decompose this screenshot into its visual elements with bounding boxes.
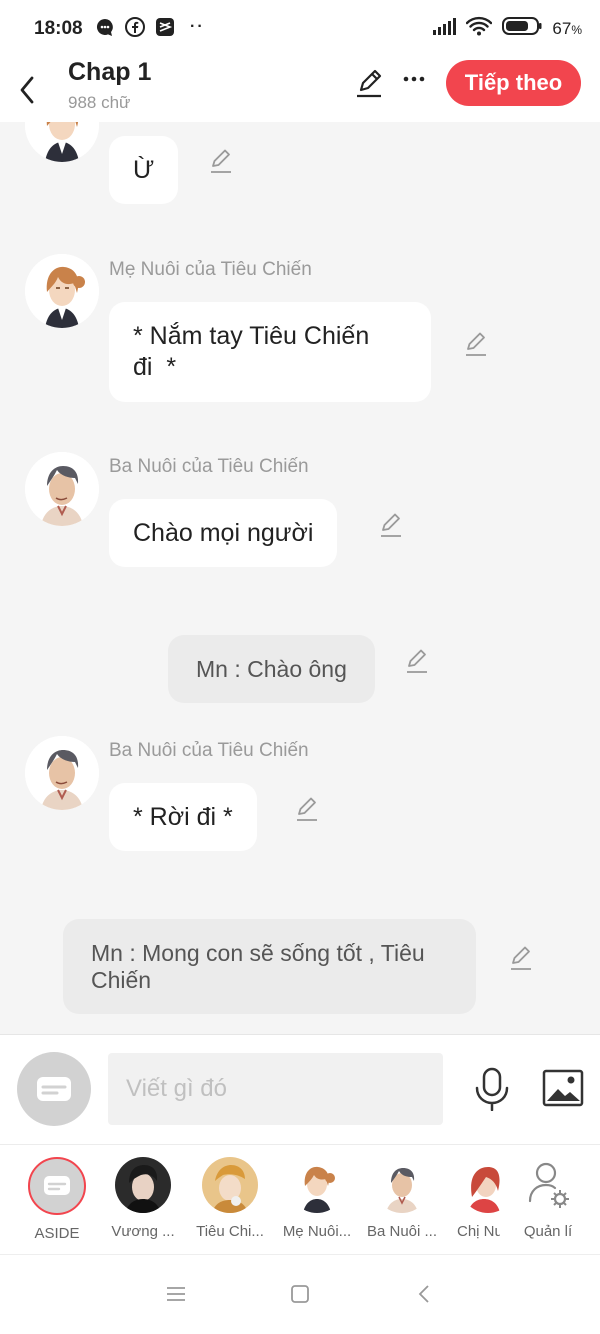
character-name: Chị Nu xyxy=(457,1223,500,1240)
menu-icon xyxy=(167,1287,185,1301)
pencil-icon xyxy=(381,513,401,537)
message-input[interactable] xyxy=(108,1053,443,1125)
status-bar: 18:08 ·· 67% xyxy=(0,0,600,58)
speaker-name: Ba Nuôi của Tiêu Chiến xyxy=(109,740,309,761)
pencil-icon xyxy=(357,69,382,98)
notification-icons: ·· xyxy=(94,16,205,38)
more-options-button[interactable] xyxy=(400,66,428,96)
character-selector: ASIDE Vương ... Tiêu Chi... Mẹ Nuôi... B… xyxy=(0,1144,600,1255)
character-avatar-icon xyxy=(25,254,99,328)
pencil-icon xyxy=(407,649,427,673)
narration-bubble[interactable]: Mn : Chào ông xyxy=(168,635,375,703)
character-name: ASIDE xyxy=(34,1225,80,1242)
home-square-icon xyxy=(291,1285,309,1303)
message-bubble[interactable]: Ừ xyxy=(109,136,179,204)
more-icon xyxy=(403,76,425,82)
chat-bubble-icon xyxy=(94,16,116,38)
message-line: Chiến xyxy=(91,966,152,993)
chapter-title: Chap 1 xyxy=(68,58,152,86)
chapter-header: Chap 1 988 chữ Tiếp theo xyxy=(0,58,600,122)
edit-message-button[interactable] xyxy=(208,148,234,174)
back-button[interactable] xyxy=(14,66,42,106)
edit-message-button[interactable] xyxy=(378,512,404,538)
character-avatar-icon xyxy=(202,1157,258,1213)
edit-message-button[interactable] xyxy=(294,796,320,822)
message-bubble[interactable]: Chào mọi người xyxy=(109,499,338,567)
edit-message-button[interactable] xyxy=(508,945,534,971)
message-bubble[interactable]: * Rời đi * xyxy=(109,783,257,851)
character-avatar-icon xyxy=(25,452,99,526)
battery-icon xyxy=(502,16,542,41)
character-avatar-icon xyxy=(460,1157,500,1213)
character-name: Quản lí xyxy=(523,1223,573,1240)
pencil-icon xyxy=(211,149,231,173)
avatar-ba-nuoi[interactable] xyxy=(25,736,99,810)
voice-input-button[interactable] xyxy=(472,1067,512,1112)
image-upload-button[interactable] xyxy=(542,1069,584,1107)
back-nav-button[interactable] xyxy=(414,1283,436,1305)
aside-icon xyxy=(37,1077,71,1101)
system-navigation-bar xyxy=(0,1254,600,1334)
message-line: đi * xyxy=(133,353,177,381)
more-notifications: ·· xyxy=(190,18,205,35)
pencil-icon xyxy=(511,946,531,970)
character-avatar-icon xyxy=(374,1157,430,1213)
speaker-name: Mẹ Nuôi của Tiêu Chiến xyxy=(109,259,312,280)
message-line: Mn : Mong con sẽ sống tốt , Tiêu xyxy=(91,939,425,966)
speaker-name: Ba Nuôi của Tiêu Chiến xyxy=(109,456,309,477)
character-name: Vương ... xyxy=(111,1223,175,1240)
back-triangle-icon xyxy=(418,1285,429,1303)
image-icon xyxy=(542,1069,584,1107)
character-avatar-icon xyxy=(25,736,99,810)
edit-message-button[interactable] xyxy=(404,648,430,674)
wifi-icon xyxy=(466,16,493,41)
character-avatar-icon xyxy=(289,1157,345,1213)
aside-toggle-button[interactable] xyxy=(17,1052,91,1126)
signal-icon xyxy=(432,17,457,40)
next-button[interactable]: Tiếp theo xyxy=(446,60,581,106)
character-avatar-icon xyxy=(115,1157,171,1213)
manage-characters-button[interactable]: Quản lí xyxy=(508,1157,588,1240)
user-settings-icon xyxy=(520,1157,576,1213)
system-status: 67% xyxy=(432,16,582,41)
aside-icon xyxy=(28,1157,86,1215)
character-name: Mẹ Nuôi... xyxy=(282,1223,352,1240)
character-name: Tiêu Chi... xyxy=(196,1223,264,1240)
avatar-me-nuoi[interactable] xyxy=(25,122,99,162)
character-avatar-icon xyxy=(25,122,99,162)
edit-chapter-button[interactable] xyxy=(354,68,384,98)
battery-percent: 67% xyxy=(552,18,582,38)
edit-message-button[interactable] xyxy=(463,331,489,357)
avatar-ba-nuoi[interactable] xyxy=(25,452,99,526)
character-item[interactable]: Vương ... xyxy=(103,1157,183,1240)
facebook-icon xyxy=(124,16,146,38)
pencil-icon xyxy=(466,332,486,356)
avatar-me-nuoi[interactable] xyxy=(25,254,99,328)
character-name: Ba Nuôi ... xyxy=(366,1223,438,1240)
character-item[interactable]: Chị Nu xyxy=(448,1157,500,1240)
composer xyxy=(0,1034,600,1145)
character-item[interactable]: Mẹ Nuôi... xyxy=(277,1157,357,1240)
message-line: * Nắm tay Tiêu Chiến xyxy=(133,322,370,350)
message-bubble[interactable]: * Nắm tay Tiêu Chiến đi * xyxy=(109,302,431,402)
narration-bubble[interactable]: Mn : Mong con sẽ sống tốt , Tiêu Chiến xyxy=(63,919,476,1014)
capcut-icon xyxy=(154,16,176,38)
status-time: 18:08 xyxy=(34,18,83,39)
pencil-icon xyxy=(297,797,317,821)
character-item-aside[interactable]: ASIDE xyxy=(17,1157,97,1242)
character-item[interactable]: Tiêu Chi... xyxy=(190,1157,270,1240)
home-nav-button[interactable] xyxy=(289,1283,311,1305)
menu-nav-button[interactable] xyxy=(165,1283,187,1305)
back-arrow-icon xyxy=(20,76,34,104)
word-count: 988 chữ xyxy=(68,93,131,112)
character-item[interactable]: Ba Nuôi ... xyxy=(362,1157,442,1240)
microphone-icon xyxy=(475,1067,509,1112)
chat-area[interactable]: Ừ Mẹ Nuôi của Tiêu Chiến * Nắm tay Tiêu … xyxy=(0,122,600,1034)
